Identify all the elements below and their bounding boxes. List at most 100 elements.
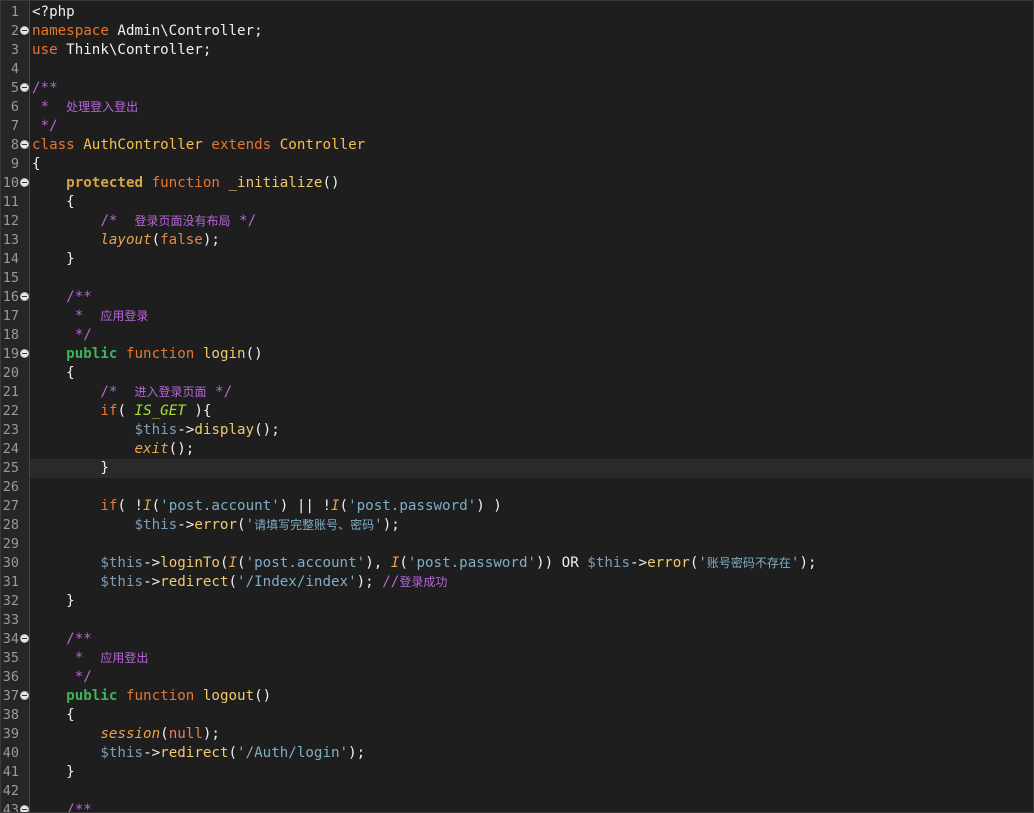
- line-number: 27: [2, 498, 19, 514]
- code-line[interactable]: $this->loginTo(I('post.account'), I('pos…: [30, 554, 1033, 573]
- code-token: ': [698, 555, 707, 571]
- code-line[interactable]: [30, 269, 1033, 288]
- code-line[interactable]: * 应用登录: [30, 307, 1033, 326]
- fold-collapse-icon[interactable]: [20, 691, 29, 700]
- code-editor[interactable]: 1 2 3 4 5 6 7 8 9 10 11 12 13 14 15 16 17 18 19 20 21 22 23 24 2…: [0, 0, 1034, 813]
- code-line[interactable]: }: [30, 763, 1033, 782]
- code-line[interactable]: if( !I('post.account') || !I('post.passw…: [30, 497, 1033, 516]
- code-line[interactable]: [30, 782, 1033, 801]
- code-line[interactable]: /**: [30, 630, 1033, 649]
- code-token: function: [151, 175, 220, 191]
- code-token: ();: [168, 441, 195, 457]
- code-line[interactable]: /**: [30, 79, 1033, 98]
- fold-collapse-icon[interactable]: [20, 26, 29, 35]
- code-line-text: if( IS_GET ){: [32, 402, 211, 421]
- line-number: 41: [2, 764, 19, 780]
- code-line[interactable]: session(null);: [30, 725, 1033, 744]
- code-token: (: [399, 555, 408, 571]
- code-token: (): [254, 688, 272, 704]
- code-line[interactable]: $this->display();: [30, 421, 1033, 440]
- code-token: if: [100, 403, 118, 419]
- code-line[interactable]: $this->redirect('/Auth/login');: [30, 744, 1033, 763]
- code-token: (: [151, 498, 161, 514]
- code-line[interactable]: [30, 60, 1033, 79]
- code-line-text: $this->redirect('/Auth/login');: [32, 744, 365, 763]
- fold-collapse-icon[interactable]: [20, 292, 29, 301]
- line-number: 15: [2, 270, 19, 286]
- code-line[interactable]: if( IS_GET ){: [30, 402, 1033, 421]
- code-line[interactable]: /* 登录页面没有布局 */: [30, 212, 1033, 231]
- code-token: public: [66, 346, 118, 362]
- code-text-area[interactable]: <?php namespace Admin\Controller; use Thin…: [30, 1, 1033, 812]
- code-line[interactable]: {: [30, 193, 1033, 212]
- fold-collapse-icon[interactable]: [20, 140, 29, 149]
- code-line[interactable]: $this->redirect('/Index/index'); //登录成功: [30, 573, 1033, 592]
- code-line[interactable]: /**: [30, 288, 1033, 307]
- code-token: );: [202, 726, 220, 742]
- code-token: (: [160, 726, 169, 742]
- fold-collapse-icon[interactable]: [20, 349, 29, 358]
- code-line[interactable]: {: [30, 364, 1033, 383]
- code-line-text: $this->redirect('/Index/index'); //登录成功: [32, 573, 447, 592]
- code-line[interactable]: namespace Admin\Controller;: [30, 22, 1033, 41]
- code-line[interactable]: * 应用登出: [30, 649, 1033, 668]
- code-line[interactable]: */: [30, 117, 1033, 136]
- code-line[interactable]: <?php: [30, 3, 1033, 22]
- code-token: 登录页面没有布局: [134, 214, 231, 228]
- code-line[interactable]: [30, 611, 1033, 630]
- code-token: }: [32, 460, 109, 476]
- code-token: ){: [185, 403, 212, 419]
- code-line[interactable]: [30, 478, 1033, 497]
- code-line[interactable]: {: [30, 155, 1033, 174]
- code-token: (: [339, 498, 349, 514]
- line-number: 8: [10, 137, 19, 153]
- code-line[interactable]: [30, 535, 1033, 554]
- code-token: /*: [32, 384, 135, 400]
- code-line-text: public function login(): [32, 345, 263, 364]
- code-line-text: */: [32, 668, 92, 687]
- code-token: 'post.account': [160, 498, 280, 514]
- code-token: ) || !: [279, 498, 331, 514]
- code-token: session: [100, 726, 161, 742]
- fold-collapse-icon[interactable]: [20, 634, 29, 643]
- code-line[interactable]: /**: [30, 801, 1033, 812]
- code-line[interactable]: */: [30, 326, 1033, 345]
- code-line[interactable]: class AuthController extends Controller: [30, 136, 1033, 155]
- code-token: function: [125, 688, 195, 704]
- fold-collapse-icon[interactable]: [20, 178, 29, 187]
- code-line[interactable]: /* 进入登录页面 */: [30, 383, 1033, 402]
- code-line[interactable]: }: [30, 592, 1033, 611]
- code-line[interactable]: protected function _initialize(): [30, 174, 1033, 193]
- code-line[interactable]: */: [30, 668, 1033, 687]
- fold-collapse-icon[interactable]: [20, 83, 29, 92]
- code-token: display: [194, 422, 255, 438]
- code-line[interactable]: }: [30, 459, 1033, 478]
- code-line-text: namespace Admin\Controller;: [32, 22, 263, 41]
- fold-collapse-icon[interactable]: [20, 805, 29, 812]
- line-number: 2: [10, 23, 19, 39]
- code-line-text: }: [32, 763, 75, 782]
- code-line[interactable]: public function logout(): [30, 687, 1033, 706]
- line-number: 12: [2, 213, 19, 229]
- line-number: 28: [2, 517, 19, 533]
- code-line[interactable]: $this->error('请填写完整账号、密码');: [30, 516, 1033, 535]
- code-token: {: [32, 194, 75, 210]
- code-token: AuthController: [83, 137, 203, 153]
- code-line[interactable]: public function login(): [30, 345, 1033, 364]
- code-line[interactable]: exit();: [30, 440, 1033, 459]
- code-token: );: [348, 745, 366, 761]
- code-line[interactable]: }: [30, 250, 1033, 269]
- code-line[interactable]: layout(false);: [30, 231, 1033, 250]
- line-number: 21: [2, 384, 19, 400]
- code-line-text: if( !I('post.account') || !I('post.passw…: [32, 497, 502, 516]
- line-number: 7: [10, 118, 19, 134]
- code-token: (: [237, 517, 246, 533]
- code-token: (: [228, 574, 238, 590]
- line-number: 29: [2, 536, 19, 552]
- code-token: $this: [134, 517, 178, 533]
- line-number: 35: [2, 650, 19, 666]
- code-line[interactable]: * 处理登入登出: [30, 98, 1033, 117]
- code-line[interactable]: {: [30, 706, 1033, 725]
- code-line[interactable]: use Think\Controller;: [30, 41, 1033, 60]
